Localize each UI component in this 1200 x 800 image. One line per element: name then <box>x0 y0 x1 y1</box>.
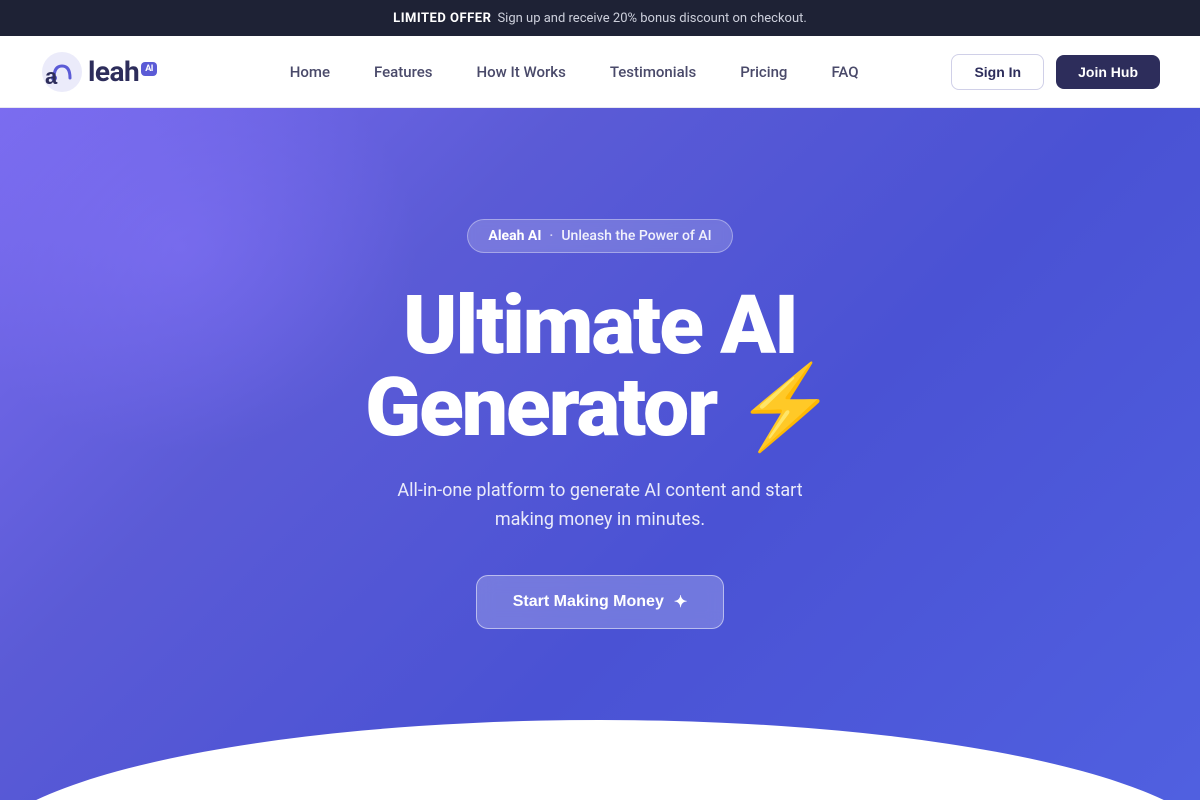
nav-link-pricing[interactable]: Pricing <box>718 55 809 89</box>
nav-link-features[interactable]: Features <box>352 55 454 89</box>
hero-badge-dot: · <box>549 228 553 244</box>
hero-badge-name: Aleah AI <box>488 228 541 244</box>
hero-section: Aleah AI · Unleash the Power of AI Ultim… <box>0 108 1200 800</box>
cta-label: Start Making Money <box>513 593 664 611</box>
hero-badge-tagline: Unleash the Power of AI <box>561 228 711 244</box>
announcement-bar: LIMITED OFFER Sign up and receive 20% bo… <box>0 0 1200 36</box>
nav-link-home[interactable]: Home <box>268 55 352 89</box>
hero-title-line2: Generator <box>365 360 716 456</box>
nav-link-faq[interactable]: FAQ <box>809 55 880 89</box>
joinhub-button[interactable]: Join Hub <box>1056 55 1160 89</box>
lightning-icon: ⚡ <box>735 360 835 456</box>
logo-ai-badge: AI <box>141 62 157 76</box>
signin-button[interactable]: Sign In <box>951 54 1044 90</box>
svg-text:a: a <box>45 64 58 89</box>
offer-label: LIMITED OFFER <box>393 11 491 26</box>
hero-badge: Aleah AI · Unleash the Power of AI <box>467 219 732 253</box>
logo[interactable]: a leahAI <box>40 50 157 94</box>
nav-link-how-it-works[interactable]: How It Works <box>454 55 587 89</box>
logo-icon: a <box>40 50 84 94</box>
cta-icon: ✦ <box>674 592 687 612</box>
navbar: a leahAI Home Features How It Works Test… <box>0 36 1200 108</box>
nav-link-testimonials[interactable]: Testimonials <box>588 55 718 89</box>
nav-actions: Sign In Join Hub <box>951 54 1160 90</box>
nav-links: Home Features How It Works Testimonials … <box>197 55 952 89</box>
hero-subtitle: All-in-one platform to generate AI conte… <box>380 477 820 535</box>
offer-text: Sign up and receive 20% bonus discount o… <box>497 11 806 26</box>
cta-button[interactable]: Start Making Money ✦ <box>476 575 725 629</box>
hero-title: Ultimate AI Generator ⚡ <box>365 285 835 449</box>
logo-text: leahAI <box>88 55 157 88</box>
